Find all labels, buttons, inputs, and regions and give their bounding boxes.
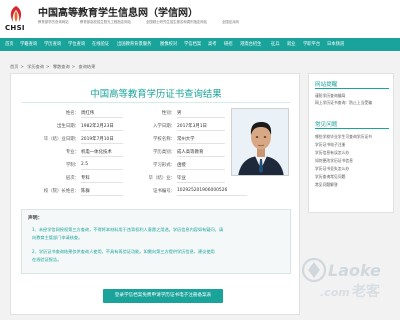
field-label-school: 学校名称： <box>153 137 175 142</box>
sidebar-link[interactable]: 谨防学历查询骗局 <box>315 93 345 99</box>
sidebar-heading-reminders: 网站提醒 <box>315 82 338 88</box>
sidebar-heading-faq: 常见问题 <box>315 122 338 128</box>
sidebar-link[interactable]: 学历证书丢失怎么办 <box>315 166 349 172</box>
nav-item-image[interactable]: 图像校对 <box>160 38 177 51</box>
field-label-duration: 学制： <box>65 163 79 168</box>
nav-item-archive[interactable]: 学信档案 <box>184 38 201 51</box>
field-label-gender: 性别： <box>161 111 175 116</box>
nav-item-xuewei[interactable]: 学位查询 <box>68 38 85 51</box>
field-value-enroll: 2017年3月1日 <box>177 124 207 129</box>
field-value-duration: 2.5 <box>81 162 88 167</box>
student-photo <box>231 108 289 176</box>
watermark-site: .com <box>320 286 350 299</box>
field-label-president: 校（院）长姓名： <box>43 189 79 194</box>
sidebar: 网站提醒 谨防学历查询骗局 网上学历证书查询：防止上当受骗 常见问题 哪些学校毕… <box>308 73 394 213</box>
nav-item-verify[interactable]: 在线验证 <box>92 38 109 51</box>
nav-item-xueli[interactable]: 学历查询 <box>44 38 61 51</box>
slogan: 全国硕士研究生招生报名和调剂指定网站 <box>146 20 208 24</box>
field-label-birth: 出生日期： <box>57 124 79 129</box>
site-title: 中国高等教育学生信息网（学信网） <box>38 8 198 19</box>
field-value-major: 机电一体化技术 <box>81 150 112 155</box>
sidebar-link[interactable]: 网上学历证书查询：防止上当受骗 <box>315 100 372 106</box>
field-label-category: 学历类别： <box>153 150 175 155</box>
disclaimer-line: 1、未经学信网授权第三方查询，不得将本材料用于违背权利人意愿之用途。学历信息内容… <box>32 227 224 232</box>
breadcrumb-home[interactable]: 首页 <box>10 64 18 69</box>
disclaimer-line: 2、学历证书查询结果仅供查询人使用，不具有再验证功能。如需向第三方提供学历信息，… <box>32 249 215 254</box>
sidebar-link[interactable]: 哪些学校毕业学生可查询学历证书 <box>315 134 372 140</box>
field-label-graduate-date: 毕（结）业日期： <box>43 137 79 142</box>
nav-item-abroad[interactable]: 出国教育背景服务 <box>117 38 151 51</box>
laoke-watermark-logo: Laoke .com 老客 <box>301 257 381 300</box>
disclaimer-line: 向教育主管部门申请核查。 <box>32 235 83 240</box>
nav-item-xuezhi[interactable]: 学职平台 <box>303 38 320 51</box>
field-label-cert-no: 证书编号： <box>153 189 175 194</box>
result-title: 中国高等教育学历证书查询结果 <box>90 89 222 100</box>
breadcrumb-xueli[interactable]: 学历查询 <box>27 64 44 69</box>
sidebar-link[interactable]: 学历证书电子注册 <box>315 142 345 148</box>
nav-item-zhengbing[interactable]: 征兵 <box>271 38 280 51</box>
disclaimer-box: 声明： 1、未经学信网授权第三方查询，不得将本材料用于违背权利人意愿之用途。学历… <box>21 209 291 274</box>
field-label-name: 姓名： <box>65 111 79 116</box>
disclaimer-line: 在线验证报告。 <box>32 257 62 262</box>
field-label-enroll: 入学日期： <box>153 124 175 129</box>
nav-item-yanzhao[interactable]: 研招 <box>224 38 233 51</box>
sidebar-link[interactable]: 学历信息有误怎么办 <box>315 150 349 156</box>
field-label-level: 层次： <box>65 176 79 181</box>
field-value-study-form: 函授 <box>177 163 186 168</box>
logo-text: CHSI <box>5 24 25 32</box>
site-header: CHSI 中国高等教育学生信息网（学信网） 教育部学历查询网站 教育部高校招生阳… <box>0 0 400 38</box>
breadcrumb-lingsan[interactable]: 零散查询 <box>53 64 70 69</box>
slogan: 全国征兵网 <box>222 20 239 24</box>
student-photo-image <box>232 109 288 175</box>
disclaimer-title: 声明： <box>28 216 43 221</box>
nav-item-home[interactable]: 首页 <box>5 38 14 51</box>
field-value-category: 成人高等教育 <box>177 150 204 155</box>
field-value-school: 常州大学 <box>177 137 195 142</box>
apply-record-button[interactable]: 登录学信档案免费申请学历证书电子注册备案表 <box>103 289 223 303</box>
nav-item-japan[interactable]: 日本频道 <box>327 38 344 51</box>
nav-item-gaokao[interactable]: 高考 <box>208 38 217 51</box>
field-value-birth: 1982年2月23日 <box>81 124 114 129</box>
main-nav: 首页 学籍查询 学历查询 学位查询 在线验证 出国教育背景服务 图像校对 学信档… <box>0 38 400 51</box>
field-value-cert-no: 102925201906000526 <box>177 188 228 193</box>
field-value-president: 陈群 <box>81 189 90 194</box>
nav-item-hmt[interactable]: 港澳台招生 <box>240 38 261 51</box>
watermark-cn: 老客 <box>352 283 381 300</box>
chsi-logo-icon[interactable] <box>7 5 25 23</box>
nav-item-jiuye[interactable]: 就业 <box>287 38 296 51</box>
field-value-graduate-date: 2019年7月10日 <box>81 137 114 142</box>
field-value-graduation: 毕业 <box>177 176 186 181</box>
sidebar-link[interactable]: 学历查询常见问题 <box>315 174 345 180</box>
field-value-name: 周红伟 <box>81 111 95 116</box>
result-card: 中国高等教育学历证书查询结果 姓名： 周红伟 性别： 男 出生日期： 1982年… <box>10 73 300 315</box>
title-divider <box>21 102 291 103</box>
breadcrumb: 首页 > 学历查询 > 零散查询 > 查询结果 <box>10 64 96 69</box>
field-label-graduation: 毕（结）业： <box>148 176 175 181</box>
slogan: 教育部学历查询网站 <box>38 20 69 24</box>
watermark-brand: Laoke <box>328 261 381 280</box>
field-value-gender: 男 <box>177 111 182 116</box>
field-label-study-form: 学习形式： <box>153 163 175 168</box>
nav-item-xueji[interactable]: 学籍查询 <box>20 38 37 51</box>
field-label-major: 专业： <box>65 150 79 155</box>
slogan: 教育部高校招生阳光工程指定网站 <box>80 20 131 24</box>
sidebar-link[interactable]: 常见问题解答 <box>315 182 338 188</box>
breadcrumb-current: 查询结果 <box>78 64 96 69</box>
field-value-level: 专科 <box>81 176 90 181</box>
sidebar-link[interactable]: 如何更改学历证书信息 <box>315 158 353 164</box>
